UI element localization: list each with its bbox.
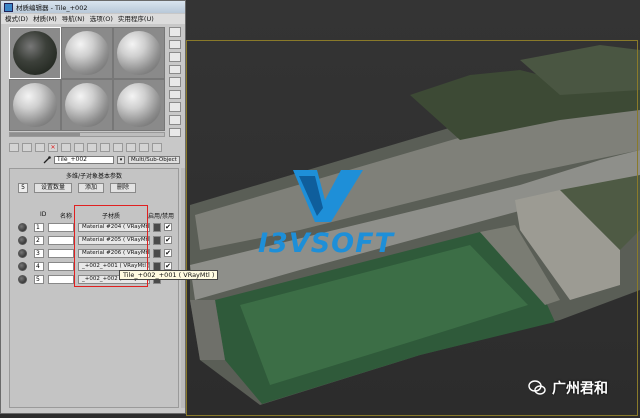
material-sample-slots	[9, 27, 165, 131]
material-navigator-button[interactable]	[169, 127, 181, 138]
logo-text: I3VSOFT	[258, 228, 394, 259]
backlight-button[interactable]	[169, 39, 181, 50]
submaterial-tooltip: Tile_+002_+001 ( VRayMtl )	[119, 270, 219, 280]
name-field[interactable]	[48, 275, 74, 284]
copy-material-button[interactable]	[61, 143, 71, 152]
sphere-icon	[117, 83, 161, 127]
column-header-submaterial[interactable]: 子材质	[102, 211, 120, 220]
sphere-icon	[13, 83, 57, 127]
select-by-material-button[interactable]	[169, 114, 181, 125]
uv-tiling-button[interactable]	[169, 64, 181, 75]
material-ball-icon[interactable]	[18, 249, 27, 258]
sample-slot[interactable]	[114, 28, 164, 78]
delete-button[interactable]: 删除	[110, 183, 137, 193]
sample-slot[interactable]	[62, 80, 112, 130]
watermark: 广州君和	[528, 377, 608, 399]
scrollbar-thumb[interactable]	[10, 133, 80, 136]
menu-mode[interactable]: 模式(D)	[5, 14, 28, 24]
background-button[interactable]	[169, 52, 181, 62]
material-name-dropdown[interactable]: ▾	[117, 156, 125, 164]
app-icon	[4, 2, 13, 12]
put-to-library-button[interactable]	[87, 143, 97, 152]
id-field[interactable]: 5	[34, 275, 44, 284]
material-ball-icon[interactable]	[18, 262, 27, 271]
material-type-button[interactable]: Multi/Sub-Object	[128, 156, 180, 164]
sphere-icon	[65, 31, 109, 75]
submaterial-button[interactable]: Material #205 ( VRayMtl )	[78, 236, 150, 245]
sample-type-button[interactable]	[169, 27, 181, 37]
column-header-toggle: 启用/禁用	[148, 213, 175, 220]
table-row: 3 Material #206 ( VRayMtl ) ✔	[14, 247, 176, 260]
material-ball-icon[interactable]	[18, 223, 27, 232]
color-swatch[interactable]	[153, 236, 161, 245]
menu-material[interactable]: 材质(M)	[33, 14, 57, 24]
sub-count-field[interactable]: 5	[18, 183, 28, 193]
id-field[interactable]: 3	[34, 249, 44, 258]
watermark-text: 广州君和	[552, 381, 608, 397]
table-row: 1 Material #204 ( VRayMtl ) ✔	[14, 221, 176, 234]
go-to-parent-button[interactable]	[139, 143, 149, 152]
menu-navigation[interactable]: 导航(N)	[62, 14, 85, 24]
id-field[interactable]: 1	[34, 223, 44, 232]
sample-slot[interactable]	[9, 27, 61, 79]
panel-title[interactable]: 多维/子对象基本参数	[10, 171, 178, 180]
sample-slot[interactable]	[62, 28, 112, 78]
enable-checkbox[interactable]: ✔	[164, 223, 172, 231]
menu-utilities[interactable]: 实用程序(U)	[118, 14, 154, 24]
material-name-row: Tile_+002 ▾ Multi/Sub-Object	[43, 155, 183, 165]
sphere-icon	[117, 31, 161, 75]
get-material-button[interactable]	[9, 143, 19, 152]
make-unique-button[interactable]	[74, 143, 84, 152]
slots-scrollbar[interactable]	[9, 132, 165, 137]
title-bar[interactable]: 材质编辑器 - Tile_+002	[1, 1, 185, 13]
material-editor-window: 材质编辑器 - Tile_+002 模式(D) 材质(M) 导航(N) 选项(O…	[0, 0, 186, 414]
name-field[interactable]	[48, 249, 74, 258]
multi-sub-object-params-panel: 多维/子对象基本参数 5 设置数量 添加 删除 ID 名称 子材质 启用/禁用 …	[9, 168, 179, 408]
name-field[interactable]	[48, 236, 74, 245]
id-field[interactable]: 2	[34, 236, 44, 245]
put-to-scene-button[interactable]	[22, 143, 32, 152]
slot-side-toolbar	[169, 27, 183, 138]
sample-slot[interactable]	[114, 80, 164, 130]
name-field[interactable]	[48, 262, 74, 271]
eyedropper-icon[interactable]	[43, 156, 51, 164]
column-header-id[interactable]: ID	[40, 211, 46, 218]
id-field[interactable]: 4	[34, 262, 44, 271]
column-header-name[interactable]: 名称	[60, 211, 72, 220]
submaterial-button[interactable]: Material #206 ( VRayMtl )	[78, 249, 150, 258]
name-field[interactable]	[48, 223, 74, 232]
wechat-icon	[528, 380, 546, 395]
window-title: 材质编辑器 - Tile_+002	[16, 4, 88, 12]
menu-options[interactable]: 选项(O)	[90, 14, 113, 24]
submaterial-button[interactable]: Material #204 ( VRayMtl )	[78, 223, 150, 232]
options-button[interactable]	[169, 102, 181, 112]
menu-bar: 模式(D) 材质(M) 导航(N) 选项(O) 实用程序(U)	[1, 14, 185, 24]
set-count-button[interactable]: 设置数量	[34, 183, 73, 193]
enable-checkbox[interactable]: ✔	[164, 262, 172, 270]
show-end-result-button[interactable]	[126, 143, 136, 152]
color-swatch[interactable]	[153, 249, 161, 258]
sphere-icon	[65, 83, 109, 127]
material-ball-icon[interactable]	[18, 236, 27, 245]
make-preview-button[interactable]	[169, 89, 181, 100]
go-forward-sibling-button[interactable]	[152, 143, 162, 152]
enable-checkbox[interactable]: ✔	[164, 236, 172, 244]
material-name-field[interactable]: Tile_+002	[54, 156, 114, 164]
assign-to-selection-button[interactable]	[35, 143, 45, 152]
material-ball-icon[interactable]	[18, 275, 27, 284]
sample-slot[interactable]	[10, 80, 60, 130]
video-color-check-button[interactable]	[169, 77, 181, 87]
textured-sphere-icon	[13, 31, 57, 75]
panel-scrollbar[interactable]	[181, 168, 185, 408]
viewport-active-border	[186, 40, 638, 416]
color-swatch[interactable]	[153, 223, 161, 232]
add-button[interactable]: 添加	[78, 183, 105, 193]
material-toolbar: ✕	[9, 143, 179, 153]
show-in-viewport-button[interactable]	[113, 143, 123, 152]
table-row: 2 Material #205 ( VRayMtl ) ✔	[14, 234, 176, 247]
reset-map-button[interactable]: ✕	[48, 143, 58, 152]
panel-buttons: 设置数量 添加 删除	[34, 183, 137, 193]
material-id-channel-button[interactable]	[100, 143, 110, 152]
enable-checkbox[interactable]: ✔	[164, 249, 172, 257]
